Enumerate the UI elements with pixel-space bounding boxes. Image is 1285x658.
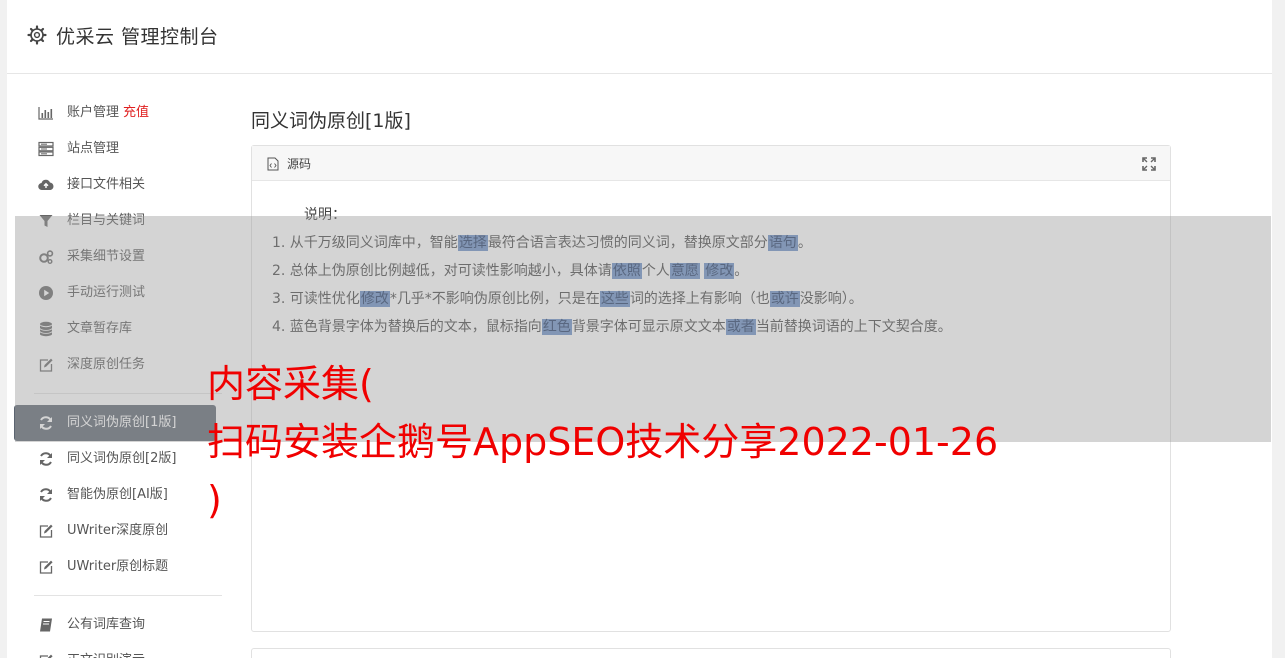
sidebar-item-label: UWriter深度原创: [67, 523, 169, 538]
edit-icon: [39, 524, 53, 538]
overlay-caption: 内容采集( 扫码安装企鹅号AppSEO技术分享2022-01-26 ): [207, 355, 1107, 529]
overlay-line: 内容采集(: [207, 362, 374, 406]
sidebar-item-uwriter-title[interactable]: UWriter原创标题: [14, 549, 216, 585]
gear-icon: [27, 25, 47, 45]
sidebar-item-synonym-v2[interactable]: 同义词伪原创[2版]: [14, 441, 216, 477]
expand-icon[interactable]: [1142, 157, 1156, 171]
sidebar-item-text-recognition[interactable]: 正文识别演示: [14, 643, 216, 658]
sidebar-item-label: 站点管理: [67, 141, 120, 156]
code-file-icon: [267, 157, 279, 171]
page-title: 同义词伪原创[1版]: [251, 110, 411, 132]
cloud-upload-icon: [38, 179, 54, 191]
overlay-line: 扫码安装企鹅号AppSEO技术分享2022-01-26: [207, 420, 999, 464]
second-panel: [251, 648, 1171, 658]
main-content: 同义词伪原创[1版] 源码 说明： 1. 从千万级同义词库中，智能选择最符合语言…: [251, 95, 1171, 658]
recharge-link[interactable]: 充值: [123, 105, 149, 120]
app-title: 优采云 管理控制台: [56, 26, 219, 48]
book-icon: [40, 618, 52, 632]
panel-header: 源码: [252, 146, 1170, 181]
edit-icon: [39, 654, 53, 658]
sidebar-item-uwriter-deep[interactable]: UWriter深度原创: [14, 513, 216, 549]
top-header: 优采云 管理控制台: [7, 0, 1272, 74]
sidebar-item-label: 正文识别演示: [67, 643, 145, 658]
edit-icon: [39, 560, 53, 574]
sidebar-item-label: 智能伪原创[AI版]: [67, 487, 168, 502]
overlay-line: ): [207, 478, 222, 522]
sidebar-item-smart-ai[interactable]: 智能伪原创[AI版]: [14, 477, 216, 513]
sidebar-item-label: 账户管理: [67, 105, 120, 120]
sidebar-divider: [34, 595, 222, 596]
sidebar-item-label: UWriter原创标题: [67, 559, 169, 574]
panel-title: 源码: [287, 157, 312, 171]
sidebar-item-sites[interactable]: 站点管理: [14, 131, 216, 167]
sidebar-item-label: 公有词库查询: [67, 617, 146, 632]
bar-chart-icon: [38, 107, 53, 120]
sidebar-item-label: 接口文件相关: [67, 177, 146, 192]
server-icon: [38, 141, 54, 157]
sidebar-item-label: 同义词伪原创[2版]: [67, 451, 177, 466]
sidebar-item-account[interactable]: 账户管理 充值: [14, 95, 216, 131]
refresh-icon: [40, 488, 52, 502]
sidebar-item-public-dictionary[interactable]: 公有词库查询: [14, 607, 216, 643]
refresh-icon: [40, 452, 52, 466]
sidebar-item-interface-files[interactable]: 接口文件相关: [14, 167, 216, 203]
